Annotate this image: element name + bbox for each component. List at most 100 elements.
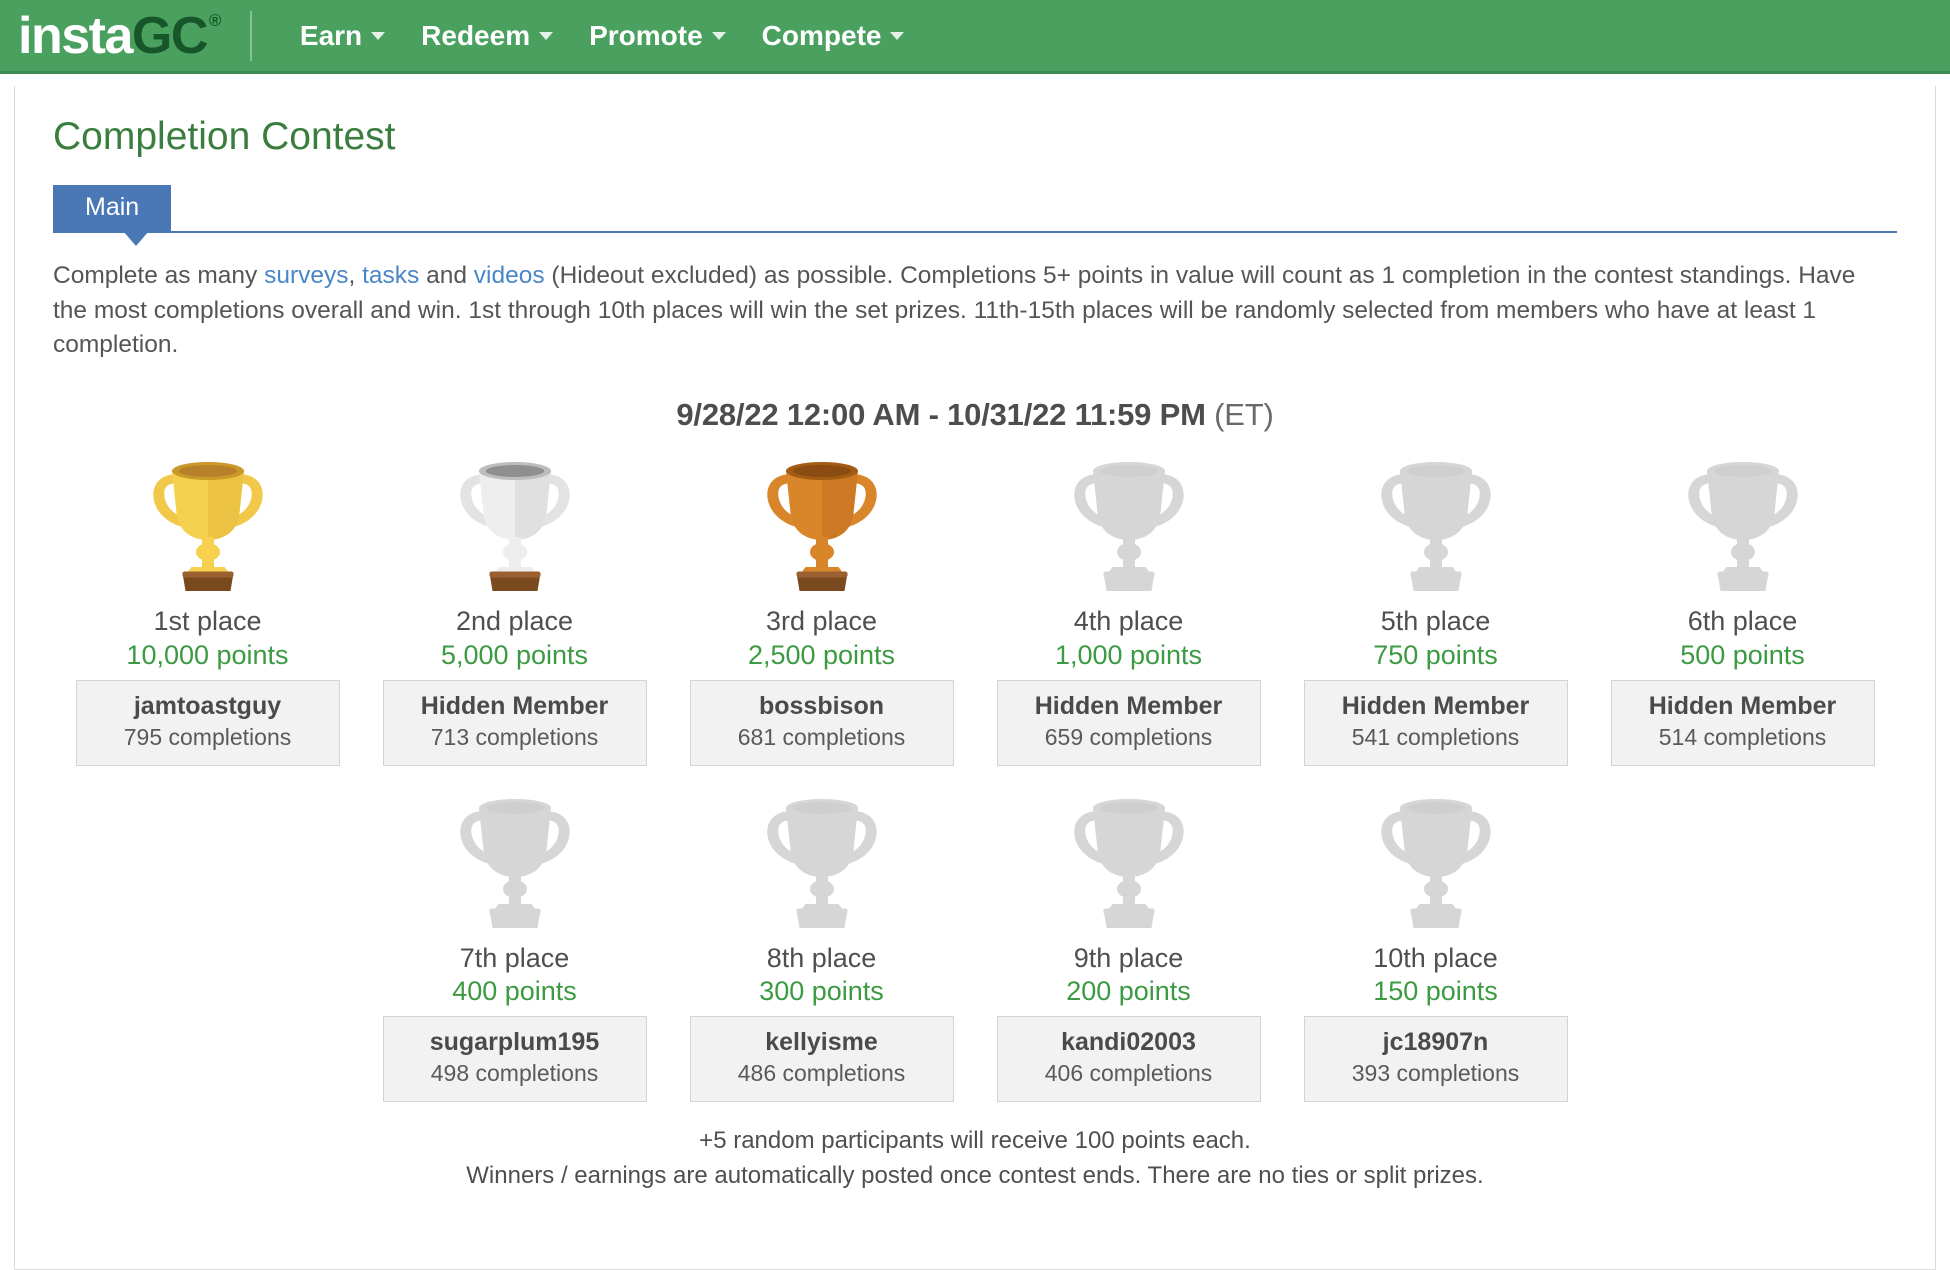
winner-box[interactable]: Hidden Member713 completions bbox=[383, 680, 647, 766]
winner-cell-2: 2nd place5,000 points Hidden Member713 co… bbox=[361, 447, 668, 765]
gray-trophy-icon bbox=[1054, 447, 1204, 597]
place-label: 7th place bbox=[460, 942, 570, 976]
place-label: 4th place bbox=[1074, 605, 1184, 639]
winner-completions: 541 completions bbox=[1311, 723, 1561, 753]
prize-points: 750 points bbox=[1373, 639, 1498, 673]
place-label: 10th place bbox=[1373, 942, 1498, 976]
winner-box[interactable]: kandi02003406 completions bbox=[997, 1016, 1261, 1102]
instagc-logo[interactable]: instaGC® bbox=[18, 10, 220, 62]
winner-cell-8: 8th place300 pointskellyisme486 completi… bbox=[668, 784, 975, 1102]
top-navigation-bar: instaGC® Earn Redeem Promote Compete bbox=[0, 0, 1950, 74]
winner-username: Hidden Member bbox=[1004, 691, 1254, 721]
winner-cell-5: 5th place750 points Hidden Member541 comp… bbox=[1282, 447, 1589, 765]
winner-box[interactable]: Hidden Member659 completions bbox=[997, 680, 1261, 766]
winner-completions: 393 completions bbox=[1311, 1059, 1561, 1089]
timezone-label: (ET) bbox=[1214, 397, 1273, 432]
gray-trophy-icon bbox=[1361, 784, 1511, 934]
nav-item-redeem[interactable]: Redeem bbox=[403, 12, 571, 60]
winner-username: bossbison bbox=[697, 691, 947, 721]
winner-completions: 498 completions bbox=[390, 1059, 640, 1089]
prize-points: 2,500 points bbox=[748, 639, 895, 673]
winner-box[interactable]: jamtoastguy795 completions bbox=[76, 680, 340, 766]
winner-completions: 486 completions bbox=[697, 1059, 947, 1089]
winner-cell-6: 6th place500 points Hidden Member514 comp… bbox=[1589, 447, 1896, 765]
winner-username: Hidden Member bbox=[1311, 691, 1561, 721]
gray-trophy-icon bbox=[1668, 447, 1818, 597]
winner-completions: 713 completions bbox=[390, 723, 640, 753]
prize-points: 10,000 points bbox=[126, 639, 288, 673]
winner-username: kandi02003 bbox=[1004, 1027, 1254, 1057]
logo-text-gc: GC bbox=[132, 10, 207, 62]
link-tasks[interactable]: tasks bbox=[362, 262, 419, 289]
prize-points: 1,000 points bbox=[1055, 639, 1202, 673]
place-label: 2nd place bbox=[456, 605, 573, 639]
silver-trophy-icon bbox=[440, 447, 590, 597]
content-card: Completion Contest Main Complete as many… bbox=[14, 86, 1936, 1270]
tab-active-arrow-icon bbox=[123, 231, 149, 246]
nav-item-redeem-label: Redeem bbox=[421, 20, 530, 52]
nav-item-promote[interactable]: Promote bbox=[571, 12, 744, 60]
page-wrapper: Completion Contest Main Complete as many… bbox=[0, 74, 1950, 1270]
footnote-line-1: +5 random participants will receive 100 … bbox=[53, 1124, 1897, 1159]
link-videos[interactable]: videos bbox=[474, 262, 545, 289]
place-label: 3rd place bbox=[766, 605, 877, 639]
place-label: 8th place bbox=[767, 942, 877, 976]
gray-trophy-icon bbox=[1361, 447, 1511, 597]
nav-item-compete-label: Compete bbox=[762, 20, 882, 52]
winner-cell-1: 1st place10,000 points jamtoastguy795 com… bbox=[54, 447, 361, 765]
winner-username: Hidden Member bbox=[1618, 691, 1868, 721]
place-label: 9th place bbox=[1074, 942, 1184, 976]
winner-completions: 659 completions bbox=[1004, 723, 1254, 753]
winner-box[interactable]: Hidden Member541 completions bbox=[1304, 680, 1568, 766]
chevron-down-icon bbox=[539, 32, 553, 40]
tab-main[interactable]: Main bbox=[53, 185, 171, 232]
winner-username: kellyisme bbox=[697, 1027, 947, 1057]
chevron-down-icon bbox=[371, 32, 385, 40]
gray-trophy-icon bbox=[440, 784, 590, 934]
prize-points: 200 points bbox=[1066, 975, 1191, 1009]
place-label: 5th place bbox=[1381, 605, 1491, 639]
footnote-line-2: Winners / earnings are automatically pos… bbox=[53, 1159, 1897, 1194]
place-label: 6th place bbox=[1688, 605, 1798, 639]
winner-username: jc18907n bbox=[1311, 1027, 1561, 1057]
winner-cell-9: 9th place200 points kandi02003406 complet… bbox=[975, 784, 1282, 1102]
chevron-down-icon bbox=[712, 32, 726, 40]
winner-username: Hidden Member bbox=[390, 691, 640, 721]
prize-points: 5,000 points bbox=[441, 639, 588, 673]
bronze-trophy-icon bbox=[747, 447, 897, 597]
description-part-1: Complete as many bbox=[53, 262, 264, 289]
contest-footnote: +5 random participants will receive 100 … bbox=[53, 1124, 1897, 1194]
nav-item-compete[interactable]: Compete bbox=[744, 12, 923, 60]
contest-date-range: 9/28/22 12:00 AM - 10/31/22 11:59 PM (ET… bbox=[53, 397, 1897, 433]
winner-cell-7: 7th place400 points sugarplum195498 compl… bbox=[361, 784, 668, 1102]
nav-divider bbox=[250, 11, 252, 61]
winner-box[interactable]: jc18907n393 completions bbox=[1304, 1016, 1568, 1102]
nav-item-promote-label: Promote bbox=[589, 20, 703, 52]
description-sep-1: , bbox=[348, 262, 362, 289]
prize-points: 150 points bbox=[1373, 975, 1498, 1009]
winner-username: sugarplum195 bbox=[390, 1027, 640, 1057]
winner-box[interactable]: sugarplum195498 completions bbox=[383, 1016, 647, 1102]
winner-completions: 406 completions bbox=[1004, 1059, 1254, 1089]
nav-item-earn[interactable]: Earn bbox=[282, 12, 403, 60]
winner-box[interactable]: Hidden Member514 completions bbox=[1611, 680, 1875, 766]
page-title: Completion Contest bbox=[53, 116, 1897, 159]
link-surveys[interactable]: surveys bbox=[264, 262, 348, 289]
winner-cell-4: 4th place1,000 points Hidden Member659 co… bbox=[975, 447, 1282, 765]
place-label: 1st place bbox=[153, 605, 261, 639]
winners-row-1: 1st place10,000 points jamtoastguy795 com… bbox=[53, 447, 1897, 765]
registered-trademark-icon: ® bbox=[209, 12, 220, 29]
nav-item-earn-label: Earn bbox=[300, 20, 362, 52]
winner-box[interactable]: bossbison681 completions bbox=[690, 680, 954, 766]
gray-trophy-icon bbox=[747, 784, 897, 934]
prize-points: 400 points bbox=[452, 975, 577, 1009]
prize-points: 500 points bbox=[1680, 639, 1805, 673]
winner-completions: 681 completions bbox=[697, 723, 947, 753]
contest-description: Complete as many surveys, tasks and vide… bbox=[53, 259, 1893, 363]
winner-box[interactable]: kellyisme486 completions bbox=[690, 1016, 954, 1102]
nav-menu: Earn Redeem Promote Compete bbox=[282, 12, 923, 60]
description-sep-2: and bbox=[419, 262, 474, 289]
winner-username: jamtoastguy bbox=[83, 691, 333, 721]
winner-cell-3: 3rd place2,500 points bossbison681 comple… bbox=[668, 447, 975, 765]
gray-trophy-icon bbox=[1054, 784, 1204, 934]
